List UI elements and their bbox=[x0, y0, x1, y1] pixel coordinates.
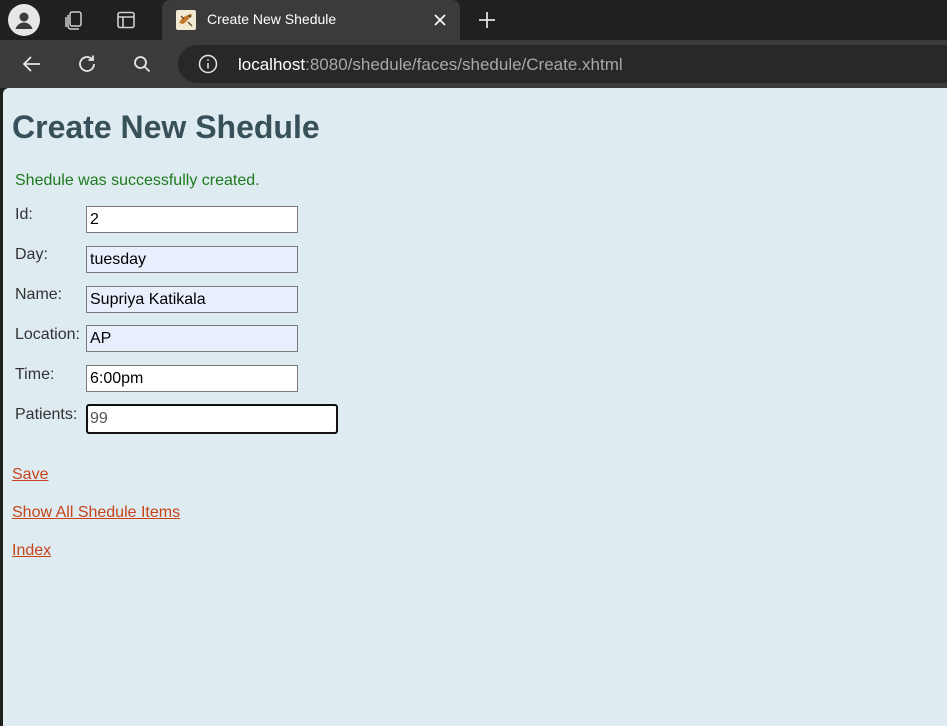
close-tab-icon[interactable] bbox=[430, 10, 450, 30]
time-field[interactable] bbox=[86, 365, 298, 392]
tab-actions-icon[interactable] bbox=[110, 4, 142, 36]
new-tab-icon[interactable] bbox=[471, 4, 503, 36]
id-label: Id: bbox=[15, 206, 33, 223]
name-label: Name: bbox=[15, 286, 63, 303]
id-field[interactable] bbox=[86, 206, 298, 233]
show-all-shedule-items-link[interactable]: Show All Shedule Items bbox=[12, 504, 180, 522]
url-text: localhost:8080/shedule/faces/shedule/Cre… bbox=[238, 55, 623, 75]
browser-toolbar: localhost:8080/shedule/faces/shedule/Cre… bbox=[0, 40, 947, 88]
tab-strip: Create New Shedule bbox=[0, 0, 947, 40]
patients-label: Patients: bbox=[15, 406, 78, 423]
tab-title: Create New Shedule bbox=[207, 11, 337, 27]
day-label: Day: bbox=[15, 246, 48, 263]
page-title: Create New Shedule bbox=[12, 109, 320, 145]
name-field[interactable] bbox=[86, 286, 298, 313]
index-link[interactable]: Index bbox=[12, 542, 51, 560]
site-info-icon[interactable] bbox=[198, 54, 218, 74]
profile-button[interactable] bbox=[8, 4, 40, 36]
success-message: Shedule was successfully created. bbox=[15, 172, 260, 189]
workspaces-icon[interactable] bbox=[58, 4, 90, 36]
back-arrow-icon[interactable] bbox=[16, 48, 48, 80]
location-label: Location: bbox=[15, 326, 80, 343]
day-field[interactable] bbox=[86, 246, 298, 273]
location-field[interactable] bbox=[86, 325, 298, 352]
reload-icon[interactable] bbox=[71, 48, 103, 80]
profile-avatar-icon bbox=[8, 4, 40, 36]
time-label: Time: bbox=[15, 366, 55, 383]
save-link[interactable]: Save bbox=[12, 466, 48, 484]
page-content: Create New Shedule Shedule was successfu… bbox=[3, 88, 947, 726]
search-icon[interactable] bbox=[126, 48, 158, 80]
patients-field[interactable] bbox=[86, 404, 338, 434]
address-bar[interactable]: localhost:8080/shedule/faces/shedule/Cre… bbox=[178, 45, 947, 83]
glassfish-favicon-icon bbox=[176, 10, 196, 30]
url-host: localhost bbox=[238, 55, 306, 74]
url-path: :8080/shedule/faces/shedule/Create.xhtml bbox=[305, 55, 623, 74]
tab-active[interactable]: Create New Shedule bbox=[162, 0, 460, 40]
